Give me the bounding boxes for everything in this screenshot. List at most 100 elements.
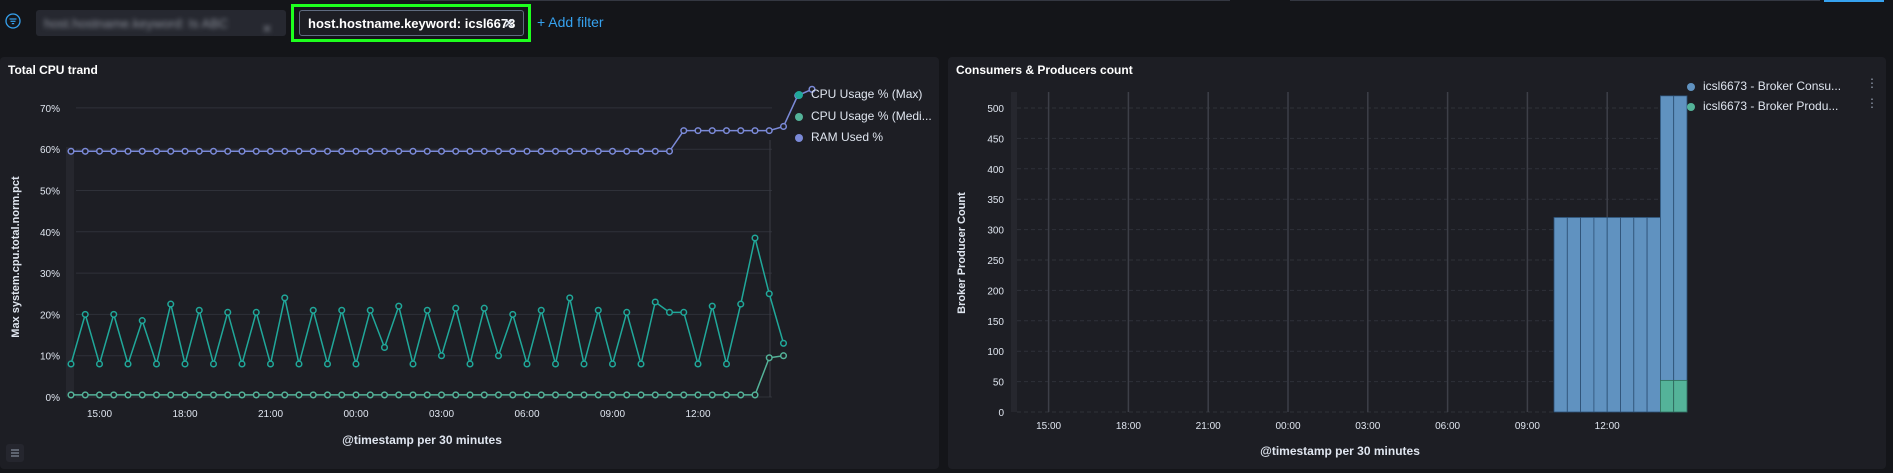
data-point — [423, 147, 431, 155]
data-point — [395, 391, 403, 399]
data-point — [95, 147, 104, 155]
data-point — [95, 391, 104, 399]
data-point — [537, 306, 545, 314]
series-line — [71, 88, 813, 153]
data-point — [138, 147, 146, 155]
data-point — [181, 360, 189, 368]
data-point — [366, 391, 374, 399]
data-point — [452, 147, 460, 155]
data-point — [680, 308, 688, 316]
legend-options-icon[interactable]: ⋮ — [1866, 97, 1878, 109]
data-point — [708, 302, 716, 310]
x-tick-label: 12:00 — [685, 409, 710, 420]
legend-label: icsl6673 - Broker Consu... — [1703, 79, 1842, 93]
data-point — [209, 391, 218, 399]
x-tick-label: 06:00 — [1435, 421, 1460, 432]
data-point — [523, 147, 531, 155]
legend-item[interactable]: icsl6673 - Broker Consu... — [1687, 79, 1841, 93]
data-point — [566, 294, 574, 302]
y-tick-label: 500 — [987, 104, 1004, 115]
filter-pill-blurred[interactable]: host.hostname.keyword: Is ABC ✕ — [36, 10, 286, 36]
data-point — [751, 234, 759, 242]
data-point — [751, 127, 759, 135]
close-icon[interactable]: ✕ — [254, 16, 280, 36]
data-point — [266, 391, 275, 399]
legend-options-icon[interactable]: ⋮ — [1866, 77, 1878, 89]
x-tick-label: 03:00 — [429, 409, 454, 420]
data-point — [338, 306, 346, 314]
data-point — [224, 308, 232, 316]
data-point — [366, 147, 374, 155]
legend-item[interactable]: RAM Used % — [795, 130, 883, 144]
data-point — [81, 391, 89, 399]
data-point — [380, 343, 389, 351]
y-axis-label: Max system.cpu.total.norm.pct — [10, 176, 22, 338]
data-point — [566, 391, 574, 399]
y-tick-label: 10% — [40, 352, 60, 363]
data-point — [338, 147, 346, 155]
data-point — [281, 147, 289, 155]
legend-dot — [795, 133, 803, 142]
y-tick-label: 200 — [987, 286, 1004, 297]
data-point — [366, 306, 374, 314]
data-point — [323, 391, 332, 399]
data-point — [765, 290, 773, 298]
legend-item[interactable]: CPU Usage % (Max) — [795, 87, 922, 101]
legend-dot — [795, 112, 803, 121]
filter-pill-label: host.hostname.keyword: icsl6673 — [308, 15, 516, 31]
data-point — [737, 300, 745, 308]
data-point — [509, 310, 517, 318]
legend-item[interactable]: CPU Usage % (Medi... — [795, 109, 932, 123]
data-point — [737, 391, 745, 399]
data-point — [167, 147, 175, 155]
y-tick-label: 60% — [40, 145, 60, 156]
data-point — [380, 391, 389, 399]
data-point — [509, 147, 517, 155]
close-icon[interactable]: ✕ — [503, 15, 515, 32]
data-point — [181, 391, 189, 399]
data-point — [665, 391, 674, 399]
data-point — [323, 147, 332, 155]
list-icon[interactable] — [6, 444, 24, 462]
legend-item[interactable]: icsl6673 - Broker Produ... — [1687, 99, 1838, 113]
data-point — [209, 147, 218, 155]
filter-icon[interactable] — [5, 13, 21, 29]
list-icon-glyph — [11, 449, 19, 457]
y-tick-label: 400 — [987, 165, 1004, 176]
data-point — [523, 360, 531, 368]
axis-band — [1011, 92, 1017, 412]
consumer-bar — [1553, 217, 1568, 413]
legend-label: CPU Usage % (Max) — [811, 87, 923, 101]
series-line — [71, 354, 784, 396]
filter-pill-hostname[interactable]: host.hostname.keyword: icsl6673 ✕ — [299, 10, 524, 36]
data-point — [152, 147, 161, 155]
data-point — [637, 360, 645, 368]
data-point — [722, 391, 731, 399]
data-point — [694, 360, 702, 368]
legend-dot — [795, 90, 803, 99]
consumer-bar — [1593, 217, 1608, 413]
data-point — [238, 360, 246, 368]
consumer-bar — [1673, 95, 1688, 413]
consumer-bar — [1566, 217, 1581, 413]
data-point — [409, 391, 417, 399]
legend-dot — [1687, 82, 1695, 91]
data-point — [722, 360, 731, 368]
data-point — [224, 391, 232, 399]
data-point — [452, 391, 460, 399]
data-point — [765, 127, 773, 135]
data-point — [637, 147, 645, 155]
data-point — [423, 306, 431, 314]
data-point — [209, 360, 218, 368]
data-point — [737, 127, 745, 135]
data-point — [566, 147, 574, 155]
data-point — [95, 360, 104, 368]
x-tick-label: 03:00 — [1355, 421, 1380, 432]
data-point — [537, 391, 545, 399]
data-point — [494, 147, 503, 155]
data-point — [67, 391, 75, 399]
data-point — [722, 127, 731, 135]
data-point — [338, 391, 346, 399]
add-filter-button[interactable]: + Add filter — [537, 14, 604, 30]
data-point — [580, 147, 588, 155]
